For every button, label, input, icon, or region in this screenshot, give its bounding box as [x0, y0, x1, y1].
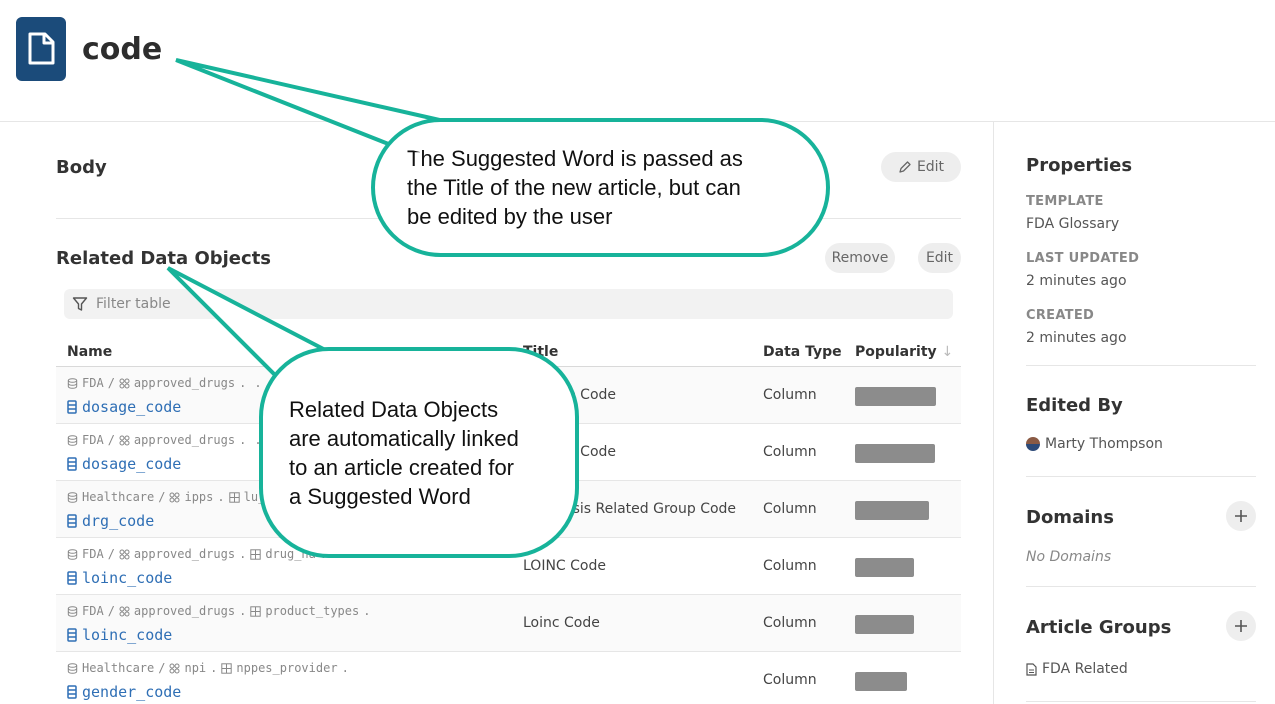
pointer-seam-cover	[296, 127, 441, 390]
